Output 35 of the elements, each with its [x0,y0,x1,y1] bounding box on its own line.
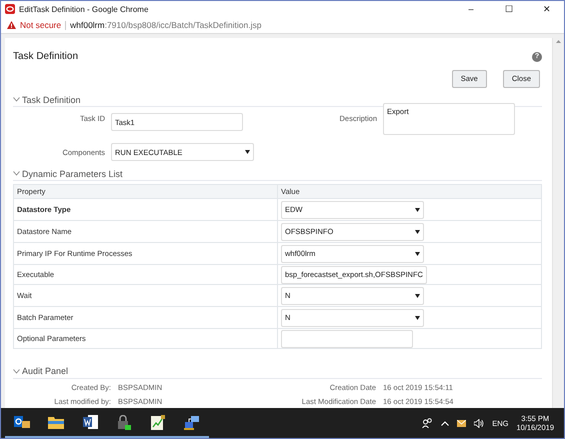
folder-icon[interactable] [48,416,64,428]
network-app-icon[interactable] [184,414,200,430]
people-icon[interactable] [422,418,434,428]
dropdown-arrow-icon [415,316,420,320]
app-logo-icon [5,4,15,14]
chevron-down-icon [13,368,20,374]
chevron-up-icon[interactable] [441,420,450,426]
chevron-down-icon [13,97,20,102]
url-host[interactable]: whf00lrm [70,20,105,30]
dropdown-arrow-icon [415,208,420,212]
dropdown-arrow-icon [415,230,420,234]
speaker-icon[interactable] [474,418,484,428]
document-app-icon[interactable] [82,415,98,429]
chevron-down-icon [13,171,20,176]
mail-app-icon[interactable] [14,415,30,429]
window-title: EditTask Definition - Google Chrome [19,4,148,14]
value-field[interactable] [281,330,413,348]
page-title: Task Definition [13,51,78,62]
section-title: Task Definition [22,94,81,105]
section-title: Dynamic Parameters List [22,168,123,179]
dropdown-arrow-icon [415,294,420,298]
section-header[interactable]: Audit Panel [13,364,542,379]
window-control[interactable]: ✕ [530,1,564,17]
section-header[interactable]: Dynamic Parameters List [13,167,542,181]
security-warning[interactable]: Not secure [20,20,62,30]
section-title: Audit Panel [22,366,68,376]
dropdown-arrow-icon [415,252,420,256]
lock-icon[interactable] [117,414,131,430]
dropdown-arrow-icon [245,150,250,154]
chart-app-icon[interactable] [151,414,165,430]
mail-icon[interactable] [457,420,466,426]
warning-icon [7,21,16,29]
url-path[interactable]: :7910/bsp808/icc/Batch/TaskDefinition.jsp [104,20,262,30]
window-control[interactable]: – [454,1,488,17]
window-control[interactable]: ☐ [492,1,526,17]
